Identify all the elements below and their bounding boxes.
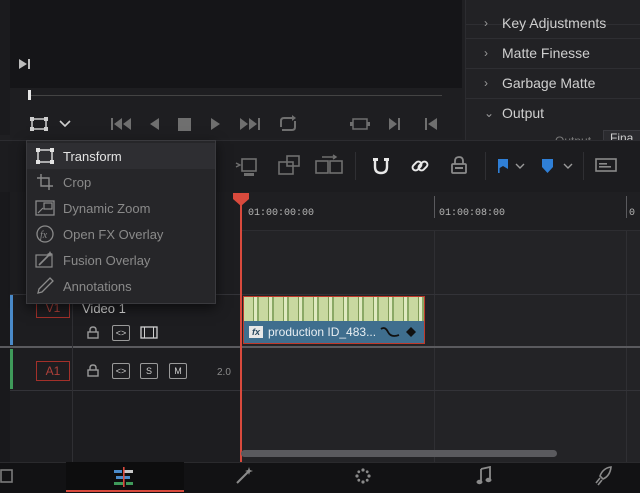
inspector-panel: › Key Adjustments › Matte Finesse › Garb… (465, 0, 640, 140)
inspector-item-label: Matte Finesse (502, 45, 590, 61)
chevron-right-icon: › (484, 16, 488, 30)
menu-item-label: Transform (63, 148, 122, 164)
fx-icon: fx (35, 225, 55, 243)
menu-item-label: Crop (63, 174, 92, 190)
next-edit-icon[interactable] (388, 117, 402, 131)
stop-icon[interactable] (178, 118, 191, 131)
play-icon[interactable] (210, 117, 222, 131)
flag-icon[interactable] (497, 158, 509, 174)
fusion-wand-icon (35, 251, 55, 269)
linked-selection-icon[interactable] (410, 156, 430, 176)
track-header-divider (72, 294, 73, 462)
play-to-end-icon[interactable] (18, 58, 32, 70)
menu-item-label: Annotations (63, 278, 132, 294)
playhead-line[interactable] (240, 200, 242, 462)
timeline-horizontal-scrollbar[interactable] (241, 450, 557, 457)
audio-channel-level: 2.0 (217, 367, 231, 378)
pen-icon (35, 277, 55, 295)
inspector-item-output[interactable]: ⌄ Output (466, 98, 640, 128)
crop-icon (35, 173, 55, 191)
audio-track-color-tab (10, 349, 13, 389)
fx-badge: fx (249, 326, 263, 338)
ruler-tick (626, 196, 627, 218)
zoom-view-icon[interactable] (595, 157, 619, 175)
solo-button[interactable]: S (140, 363, 158, 379)
marker-icon[interactable] (541, 158, 554, 174)
lock-track-icon[interactable] (87, 326, 99, 339)
keyframe-icon[interactable] (405, 326, 417, 338)
menu-item-open-fx-overlay[interactable]: fx Open FX Overlay (27, 221, 215, 247)
lock-track-icon[interactable] (87, 364, 99, 377)
go-to-start-icon[interactable] (110, 117, 132, 131)
track-separator (10, 390, 640, 391)
color-page-icon[interactable] (354, 467, 372, 485)
go-to-end-icon[interactable] (239, 117, 261, 131)
viewer-overlay-menu: Transform Crop Dynamic Zoom fx Open FX O… (26, 140, 216, 304)
viewer-scrubber-head[interactable] (28, 90, 31, 100)
menu-item-annotations[interactable]: Annotations (27, 273, 215, 299)
inspector-item-label: Key Adjustments (502, 15, 607, 31)
clip-name: production ID_483... (268, 325, 377, 339)
disable-track-icon[interactable] (140, 326, 158, 339)
timeline-left-stripe (0, 192, 10, 462)
menu-item-fusion-overlay[interactable]: Fusion Overlay (27, 247, 215, 273)
snapping-icon[interactable] (371, 156, 391, 176)
position-lock-icon[interactable] (450, 155, 468, 175)
deliver-page-icon[interactable] (595, 466, 613, 486)
toolbar-divider (583, 152, 584, 180)
chevron-right-icon: › (484, 46, 488, 60)
fairlight-page-icon[interactable] (476, 466, 492, 486)
timecode-label: 01:00:00:00 (248, 208, 315, 219)
chevron-down-icon: ⌄ (484, 106, 495, 120)
ruler-tick (434, 196, 435, 218)
menu-item-crop[interactable]: Crop (27, 169, 215, 195)
overwrite-clip-icon[interactable] (276, 154, 304, 178)
viewer (10, 0, 462, 88)
mute-button[interactable]: M (169, 363, 187, 379)
retime-curve-icon[interactable] (380, 326, 400, 338)
audio-track-id[interactable]: A1 (36, 361, 70, 381)
inspector-item-label: Garbage Matte (502, 75, 596, 91)
playhead-marker-icon[interactable] (233, 193, 249, 207)
auto-select-icon[interactable]: <> (112, 325, 130, 341)
fusion-page-icon[interactable] (234, 466, 254, 486)
match-frame-icon[interactable] (350, 117, 370, 131)
chevron-right-icon: › (484, 76, 488, 90)
svg-text:fx: fx (40, 230, 48, 241)
video-track-color-tab (10, 295, 13, 345)
menu-item-label: Dynamic Zoom (63, 200, 151, 216)
dynamic-zoom-icon (35, 199, 55, 217)
menu-item-dynamic-zoom[interactable]: Dynamic Zoom (27, 195, 215, 221)
inspector-item-key-adjustments[interactable]: › Key Adjustments (466, 8, 640, 39)
auto-select-icon[interactable]: <> (112, 363, 130, 379)
inspector-item-garbage-matte[interactable]: › Garbage Matte (466, 68, 640, 99)
timecode-label-partial: 0 (629, 208, 636, 219)
clip-thumbnails (244, 297, 424, 321)
toolbar-divider (485, 152, 486, 180)
timecode-label: 01:00:08:00 (439, 208, 506, 219)
chevron-down-icon[interactable] (563, 163, 573, 170)
transform-icon (35, 147, 55, 165)
replace-clip-icon[interactable] (314, 154, 344, 178)
chevron-down-icon[interactable] (59, 120, 71, 128)
previous-edit-icon[interactable] (424, 117, 438, 131)
toolbar-divider (355, 152, 356, 180)
play-reverse-icon[interactable] (148, 117, 160, 131)
insert-clip-icon[interactable] (234, 156, 264, 178)
edit-page-icon[interactable] (112, 467, 136, 487)
menu-item-label: Fusion Overlay (63, 252, 151, 268)
video-clip[interactable]: fx production ID_483... (243, 296, 425, 344)
viewer-scrubber[interactable] (30, 95, 442, 96)
track-separator (0, 346, 640, 348)
inspector-item-label: Output (502, 105, 545, 121)
inspector-item-matte-finesse[interactable]: › Matte Finesse (466, 38, 640, 69)
menu-item-transform[interactable]: Transform (27, 143, 215, 169)
menu-item-label: Open FX Overlay (63, 226, 164, 242)
loop-icon[interactable] (277, 115, 299, 133)
chevron-down-icon[interactable] (515, 163, 525, 170)
media-page-icon[interactable] (0, 467, 16, 485)
transform-overlay-button[interactable] (30, 117, 48, 131)
